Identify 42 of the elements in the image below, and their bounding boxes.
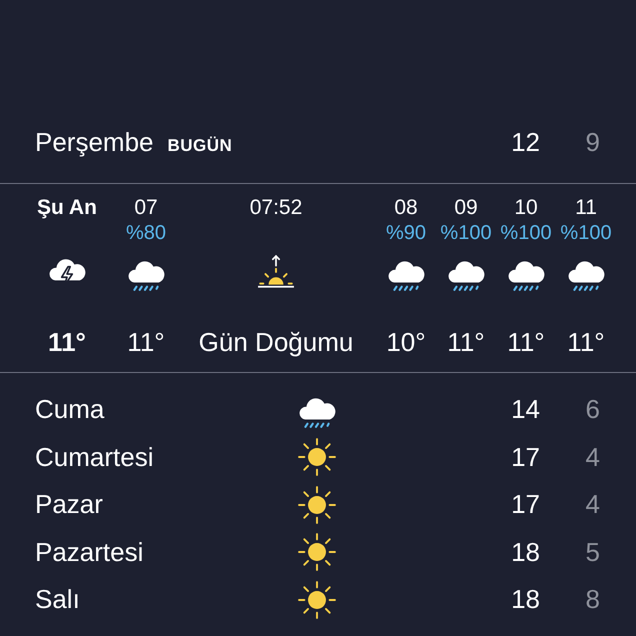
hour-label: 08 [394, 196, 418, 220]
hour-temperature: 11° [447, 327, 485, 358]
hour-label: Şu An [37, 196, 97, 220]
sunrise-time: 07:52 [250, 196, 302, 220]
day-name: Pazar [35, 489, 104, 520]
precipitation-chance: %80 [126, 222, 166, 244]
high-temperature: 12 [510, 127, 540, 158]
high-temperature: 17 [510, 442, 540, 473]
hour-label: 11 [575, 196, 597, 220]
day-name: Cumartesi [35, 442, 154, 473]
precipitation-chance: %100 [440, 222, 492, 244]
hour-label: 07 [134, 196, 158, 220]
hour-temperature: 11° [48, 327, 86, 358]
sun-icon [298, 580, 336, 619]
sun-icon [298, 486, 336, 524]
day-name: Cuma [35, 394, 106, 426]
low-temperature: 8 [584, 584, 600, 616]
high-temperature: 18 [510, 584, 540, 616]
precipitation-chance: %100 [500, 222, 552, 244]
hour-temperature: 11° [127, 327, 165, 358]
day-name: Pazartesi [35, 536, 144, 568]
sunrise-label: Gün Doğumu [198, 327, 354, 358]
hour-label: 09 [454, 196, 478, 220]
sun-icon [298, 438, 336, 476]
day-name: Perşembe [35, 127, 154, 158]
hour-temperature: 11° [507, 327, 545, 358]
hour-temperature: 10° [386, 327, 426, 358]
low-temperature: 9 [584, 127, 600, 158]
low-temperature: 6 [584, 394, 600, 426]
high-temperature: 14 [510, 394, 540, 426]
hour-label: 10 [514, 196, 538, 220]
hour-temperature: 11° [567, 327, 605, 358]
today-label: BUGÜN [168, 136, 232, 156]
precipitation-chance: %90 [386, 222, 426, 244]
sun-icon [298, 533, 336, 572]
high-temperature: 18 [510, 536, 540, 568]
low-temperature: 4 [584, 489, 600, 520]
precipitation-chance: %100 [560, 222, 612, 244]
high-temperature: 17 [510, 489, 540, 520]
low-temperature: 4 [584, 442, 600, 473]
low-temperature: 5 [584, 536, 600, 568]
day-name: Salı [35, 584, 81, 616]
